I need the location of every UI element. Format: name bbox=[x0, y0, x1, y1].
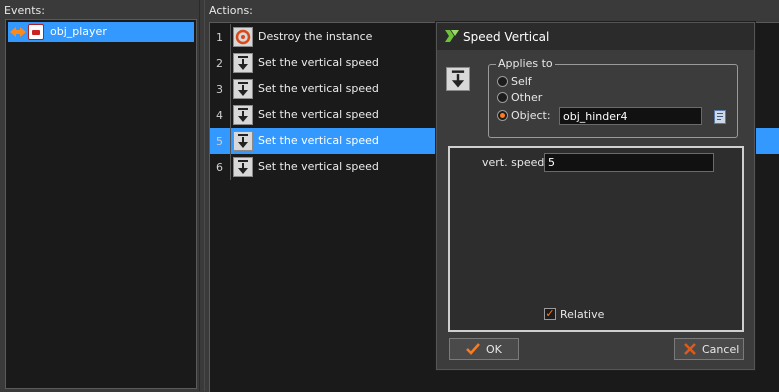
action-row-label: Set the vertical speed bbox=[258, 134, 379, 147]
object-sprite-icon bbox=[28, 24, 44, 40]
vert-speed-label: vert. speed: bbox=[482, 156, 549, 169]
action-row-number: 5 bbox=[216, 135, 223, 148]
vertical-speed-icon bbox=[233, 79, 253, 99]
speed-vertical-dialog: Speed Vertical Applies to Self Other Obj… bbox=[435, 21, 756, 371]
events-label: Events: bbox=[4, 4, 45, 17]
applies-to-legend: Applies to bbox=[496, 57, 555, 70]
row-divider bbox=[230, 128, 231, 154]
vertical-speed-icon bbox=[233, 157, 253, 177]
applies-to-group: Applies to Self Other Object: obj_hinder… bbox=[488, 57, 738, 138]
row-divider bbox=[230, 24, 231, 50]
cancel-button[interactable]: Cancel bbox=[674, 338, 744, 360]
pane-splitter[interactable] bbox=[199, 0, 205, 391]
event-item-obj-player[interactable]: obj_player bbox=[8, 22, 194, 42]
action-row-label: Destroy the instance bbox=[258, 30, 373, 43]
event-item-label: obj_player bbox=[50, 25, 107, 38]
action-row-label: Set the vertical speed bbox=[258, 82, 379, 95]
self-radio-label: Self bbox=[511, 75, 532, 88]
events-list[interactable]: obj_player bbox=[5, 19, 197, 389]
cancel-button-label: Cancel bbox=[702, 343, 740, 356]
parameters-panel: vert. speed: 5 ✓ Relative bbox=[448, 146, 744, 332]
object-radio-label: Object: bbox=[511, 109, 551, 122]
vertical-speed-icon bbox=[233, 131, 253, 151]
self-radio[interactable] bbox=[497, 76, 508, 87]
row-divider bbox=[230, 50, 231, 76]
action-row-number: 3 bbox=[216, 83, 223, 96]
row-divider bbox=[230, 76, 231, 102]
row-divider bbox=[230, 154, 231, 180]
vertical-speed-icon bbox=[446, 67, 470, 91]
gamemaker-logo-icon bbox=[445, 30, 459, 42]
relative-label: Relative bbox=[560, 308, 605, 321]
other-radio[interactable] bbox=[497, 92, 508, 103]
object-field[interactable]: obj_hinder4 bbox=[559, 107, 702, 125]
close-icon bbox=[683, 342, 697, 359]
object-radio[interactable] bbox=[497, 110, 508, 121]
action-row-number: 4 bbox=[216, 109, 223, 122]
collision-event-icon bbox=[10, 27, 26, 37]
checkmark-icon bbox=[466, 343, 480, 358]
vert-speed-field[interactable]: 5 bbox=[544, 153, 714, 172]
relative-checkbox[interactable]: ✓ bbox=[544, 308, 556, 320]
vertical-speed-icon bbox=[233, 53, 253, 73]
object-picker-icon[interactable] bbox=[714, 110, 726, 124]
actions-label: Actions: bbox=[209, 4, 253, 17]
dialog-titlebar[interactable]: Speed Vertical bbox=[437, 23, 754, 50]
ok-button[interactable]: OK bbox=[449, 338, 519, 360]
destroy-instance-icon bbox=[233, 27, 253, 47]
dialog-title: Speed Vertical bbox=[463, 30, 550, 44]
action-row-number: 2 bbox=[216, 57, 223, 70]
vertical-speed-icon bbox=[233, 105, 253, 125]
action-row-number: 1 bbox=[216, 31, 223, 44]
row-divider bbox=[230, 102, 231, 128]
action-row-label: Set the vertical speed bbox=[258, 160, 379, 173]
ok-button-label: OK bbox=[486, 343, 502, 356]
action-row-label: Set the vertical speed bbox=[258, 56, 379, 69]
other-radio-label: Other bbox=[511, 91, 543, 104]
action-row-label: Set the vertical speed bbox=[258, 108, 379, 121]
action-row-number: 6 bbox=[216, 161, 223, 174]
